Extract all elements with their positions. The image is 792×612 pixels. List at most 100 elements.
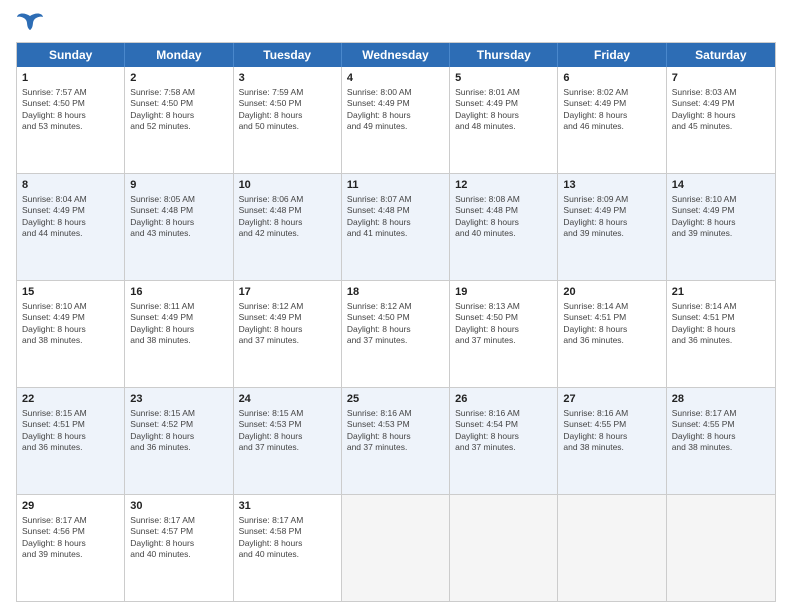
day-info: Sunrise: 8:16 AMSunset: 4:54 PMDaylight:… <box>455 408 552 454</box>
day-info: Sunrise: 8:17 AMSunset: 4:56 PMDaylight:… <box>22 515 119 561</box>
day-number: 18 <box>347 285 444 300</box>
day-info: Sunrise: 8:05 AMSunset: 4:48 PMDaylight:… <box>130 194 227 240</box>
empty-cell <box>342 495 450 601</box>
day-number: 30 <box>130 499 227 514</box>
day-number: 9 <box>130 178 227 193</box>
day-info: Sunrise: 8:12 AMSunset: 4:49 PMDaylight:… <box>239 301 336 347</box>
day-info: Sunrise: 8:00 AMSunset: 4:49 PMDaylight:… <box>347 87 444 133</box>
day-info: Sunrise: 8:17 AMSunset: 4:57 PMDaylight:… <box>130 515 227 561</box>
day-number: 7 <box>672 71 770 86</box>
day-cell-27: 27Sunrise: 8:16 AMSunset: 4:55 PMDayligh… <box>558 388 666 494</box>
day-info: Sunrise: 8:15 AMSunset: 4:53 PMDaylight:… <box>239 408 336 454</box>
calendar-row-3: 22Sunrise: 8:15 AMSunset: 4:51 PMDayligh… <box>17 387 775 494</box>
header <box>16 12 776 34</box>
calendar-header: SundayMondayTuesdayWednesdayThursdayFrid… <box>17 43 775 67</box>
empty-cell <box>667 495 775 601</box>
calendar-row-4: 29Sunrise: 8:17 AMSunset: 4:56 PMDayligh… <box>17 494 775 601</box>
day-cell-20: 20Sunrise: 8:14 AMSunset: 4:51 PMDayligh… <box>558 281 666 387</box>
day-cell-12: 12Sunrise: 8:08 AMSunset: 4:48 PMDayligh… <box>450 174 558 280</box>
day-number: 8 <box>22 178 119 193</box>
header-day-friday: Friday <box>558 43 666 67</box>
day-info: Sunrise: 8:03 AMSunset: 4:49 PMDaylight:… <box>672 87 770 133</box>
day-number: 2 <box>130 71 227 86</box>
day-cell-25: 25Sunrise: 8:16 AMSunset: 4:53 PMDayligh… <box>342 388 450 494</box>
empty-cell <box>558 495 666 601</box>
day-info: Sunrise: 7:58 AMSunset: 4:50 PMDaylight:… <box>130 87 227 133</box>
day-info: Sunrise: 8:13 AMSunset: 4:50 PMDaylight:… <box>455 301 552 347</box>
day-cell-18: 18Sunrise: 8:12 AMSunset: 4:50 PMDayligh… <box>342 281 450 387</box>
day-number: 17 <box>239 285 336 300</box>
day-number: 27 <box>563 392 660 407</box>
day-info: Sunrise: 8:16 AMSunset: 4:55 PMDaylight:… <box>563 408 660 454</box>
day-number: 11 <box>347 178 444 193</box>
day-number: 15 <box>22 285 119 300</box>
day-info: Sunrise: 8:10 AMSunset: 4:49 PMDaylight:… <box>672 194 770 240</box>
day-cell-14: 14Sunrise: 8:10 AMSunset: 4:49 PMDayligh… <box>667 174 775 280</box>
day-number: 12 <box>455 178 552 193</box>
day-info: Sunrise: 8:14 AMSunset: 4:51 PMDaylight:… <box>672 301 770 347</box>
day-number: 21 <box>672 285 770 300</box>
day-number: 5 <box>455 71 552 86</box>
day-cell-31: 31Sunrise: 8:17 AMSunset: 4:58 PMDayligh… <box>234 495 342 601</box>
logo-bird-icon <box>16 12 44 34</box>
header-day-sunday: Sunday <box>17 43 125 67</box>
day-cell-15: 15Sunrise: 8:10 AMSunset: 4:49 PMDayligh… <box>17 281 125 387</box>
day-info: Sunrise: 8:17 AMSunset: 4:55 PMDaylight:… <box>672 408 770 454</box>
header-day-tuesday: Tuesday <box>234 43 342 67</box>
day-cell-3: 3Sunrise: 7:59 AMSunset: 4:50 PMDaylight… <box>234 67 342 173</box>
day-cell-28: 28Sunrise: 8:17 AMSunset: 4:55 PMDayligh… <box>667 388 775 494</box>
day-number: 14 <box>672 178 770 193</box>
day-info: Sunrise: 8:07 AMSunset: 4:48 PMDaylight:… <box>347 194 444 240</box>
day-number: 20 <box>563 285 660 300</box>
day-number: 6 <box>563 71 660 86</box>
day-number: 3 <box>239 71 336 86</box>
day-number: 13 <box>563 178 660 193</box>
day-number: 4 <box>347 71 444 86</box>
day-cell-19: 19Sunrise: 8:13 AMSunset: 4:50 PMDayligh… <box>450 281 558 387</box>
day-cell-7: 7Sunrise: 8:03 AMSunset: 4:49 PMDaylight… <box>667 67 775 173</box>
empty-cell <box>450 495 558 601</box>
day-cell-26: 26Sunrise: 8:16 AMSunset: 4:54 PMDayligh… <box>450 388 558 494</box>
day-cell-21: 21Sunrise: 8:14 AMSunset: 4:51 PMDayligh… <box>667 281 775 387</box>
calendar-row-0: 1Sunrise: 7:57 AMSunset: 4:50 PMDaylight… <box>17 67 775 173</box>
day-number: 16 <box>130 285 227 300</box>
day-cell-30: 30Sunrise: 8:17 AMSunset: 4:57 PMDayligh… <box>125 495 233 601</box>
day-info: Sunrise: 8:10 AMSunset: 4:49 PMDaylight:… <box>22 301 119 347</box>
day-info: Sunrise: 8:17 AMSunset: 4:58 PMDaylight:… <box>239 515 336 561</box>
header-day-thursday: Thursday <box>450 43 558 67</box>
day-number: 19 <box>455 285 552 300</box>
day-info: Sunrise: 8:08 AMSunset: 4:48 PMDaylight:… <box>455 194 552 240</box>
day-number: 28 <box>672 392 770 407</box>
day-cell-11: 11Sunrise: 8:07 AMSunset: 4:48 PMDayligh… <box>342 174 450 280</box>
day-info: Sunrise: 8:15 AMSunset: 4:51 PMDaylight:… <box>22 408 119 454</box>
logo <box>16 12 48 34</box>
day-cell-22: 22Sunrise: 8:15 AMSunset: 4:51 PMDayligh… <box>17 388 125 494</box>
day-cell-9: 9Sunrise: 8:05 AMSunset: 4:48 PMDaylight… <box>125 174 233 280</box>
day-number: 25 <box>347 392 444 407</box>
day-number: 23 <box>130 392 227 407</box>
header-day-monday: Monday <box>125 43 233 67</box>
day-cell-16: 16Sunrise: 8:11 AMSunset: 4:49 PMDayligh… <box>125 281 233 387</box>
day-number: 31 <box>239 499 336 514</box>
day-cell-23: 23Sunrise: 8:15 AMSunset: 4:52 PMDayligh… <box>125 388 233 494</box>
day-cell-5: 5Sunrise: 8:01 AMSunset: 4:49 PMDaylight… <box>450 67 558 173</box>
day-cell-13: 13Sunrise: 8:09 AMSunset: 4:49 PMDayligh… <box>558 174 666 280</box>
day-cell-2: 2Sunrise: 7:58 AMSunset: 4:50 PMDaylight… <box>125 67 233 173</box>
header-day-wednesday: Wednesday <box>342 43 450 67</box>
day-cell-6: 6Sunrise: 8:02 AMSunset: 4:49 PMDaylight… <box>558 67 666 173</box>
day-number: 26 <box>455 392 552 407</box>
day-cell-1: 1Sunrise: 7:57 AMSunset: 4:50 PMDaylight… <box>17 67 125 173</box>
day-info: Sunrise: 8:01 AMSunset: 4:49 PMDaylight:… <box>455 87 552 133</box>
day-cell-29: 29Sunrise: 8:17 AMSunset: 4:56 PMDayligh… <box>17 495 125 601</box>
day-cell-24: 24Sunrise: 8:15 AMSunset: 4:53 PMDayligh… <box>234 388 342 494</box>
day-info: Sunrise: 7:59 AMSunset: 4:50 PMDaylight:… <box>239 87 336 133</box>
day-number: 1 <box>22 71 119 86</box>
day-info: Sunrise: 8:11 AMSunset: 4:49 PMDaylight:… <box>130 301 227 347</box>
day-info: Sunrise: 8:04 AMSunset: 4:49 PMDaylight:… <box>22 194 119 240</box>
day-number: 10 <box>239 178 336 193</box>
day-info: Sunrise: 8:15 AMSunset: 4:52 PMDaylight:… <box>130 408 227 454</box>
day-info: Sunrise: 8:12 AMSunset: 4:50 PMDaylight:… <box>347 301 444 347</box>
day-cell-17: 17Sunrise: 8:12 AMSunset: 4:49 PMDayligh… <box>234 281 342 387</box>
day-cell-8: 8Sunrise: 8:04 AMSunset: 4:49 PMDaylight… <box>17 174 125 280</box>
calendar-row-1: 8Sunrise: 8:04 AMSunset: 4:49 PMDaylight… <box>17 173 775 280</box>
